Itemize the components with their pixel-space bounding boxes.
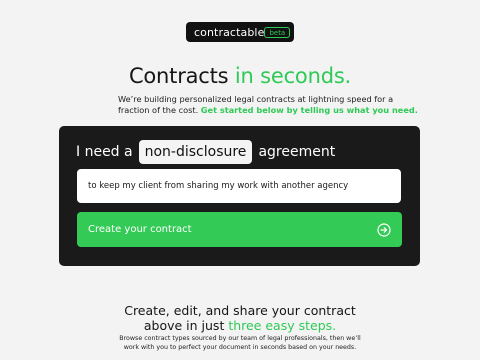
contract-sentence: I need a non-disclosure agreement [76,139,335,165]
steps-heading-accent: three easy steps. [228,318,337,333]
brand-logo[interactable]: contractable beta [186,22,294,42]
create-contract-button[interactable]: Create your contract [77,212,402,247]
hero-subtitle-plain: fraction of the cost. [118,105,199,115]
hero-title: Contracts in seconds. [0,64,480,88]
steps-description: Browse contract types sourced by our tea… [0,334,480,352]
hero-title-accent: in seconds. [234,64,352,88]
sentence-suffix: agreement [258,144,336,160]
brand-name: contractable [194,25,265,39]
steps-description-line1: Browse contract types sourced by our tea… [119,335,361,342]
sentence-prefix: I need a [76,144,133,160]
create-contract-label: Create your contract [88,224,192,235]
hero-title-main: Contracts [128,64,229,88]
hero-subtitle-line2: fraction of the cost. Get started below … [118,105,418,116]
purpose-input[interactable]: to keep my client from sharing my work w… [77,169,401,203]
steps-heading-plain: above in just [143,318,225,333]
hero-subtitle-cta-text: Get started below by telling us what you… [200,105,418,115]
beta-badge: beta [264,26,291,38]
steps-heading-line1: Create, edit, and share your contract [124,303,356,318]
contract-type-select[interactable]: non-disclosure [138,140,253,164]
hero-subtitle: We’re building personalized legal contra… [118,94,418,116]
steps-heading-line2: above in just three easy steps. [0,318,480,333]
steps-description-line2: work with you to perfect your document i… [123,344,357,351]
arrow-right-circle-icon [377,222,391,237]
hero-subtitle-line1: We’re building personalized legal contra… [118,94,394,104]
steps-heading: Create, edit, and share your contract ab… [0,303,480,333]
